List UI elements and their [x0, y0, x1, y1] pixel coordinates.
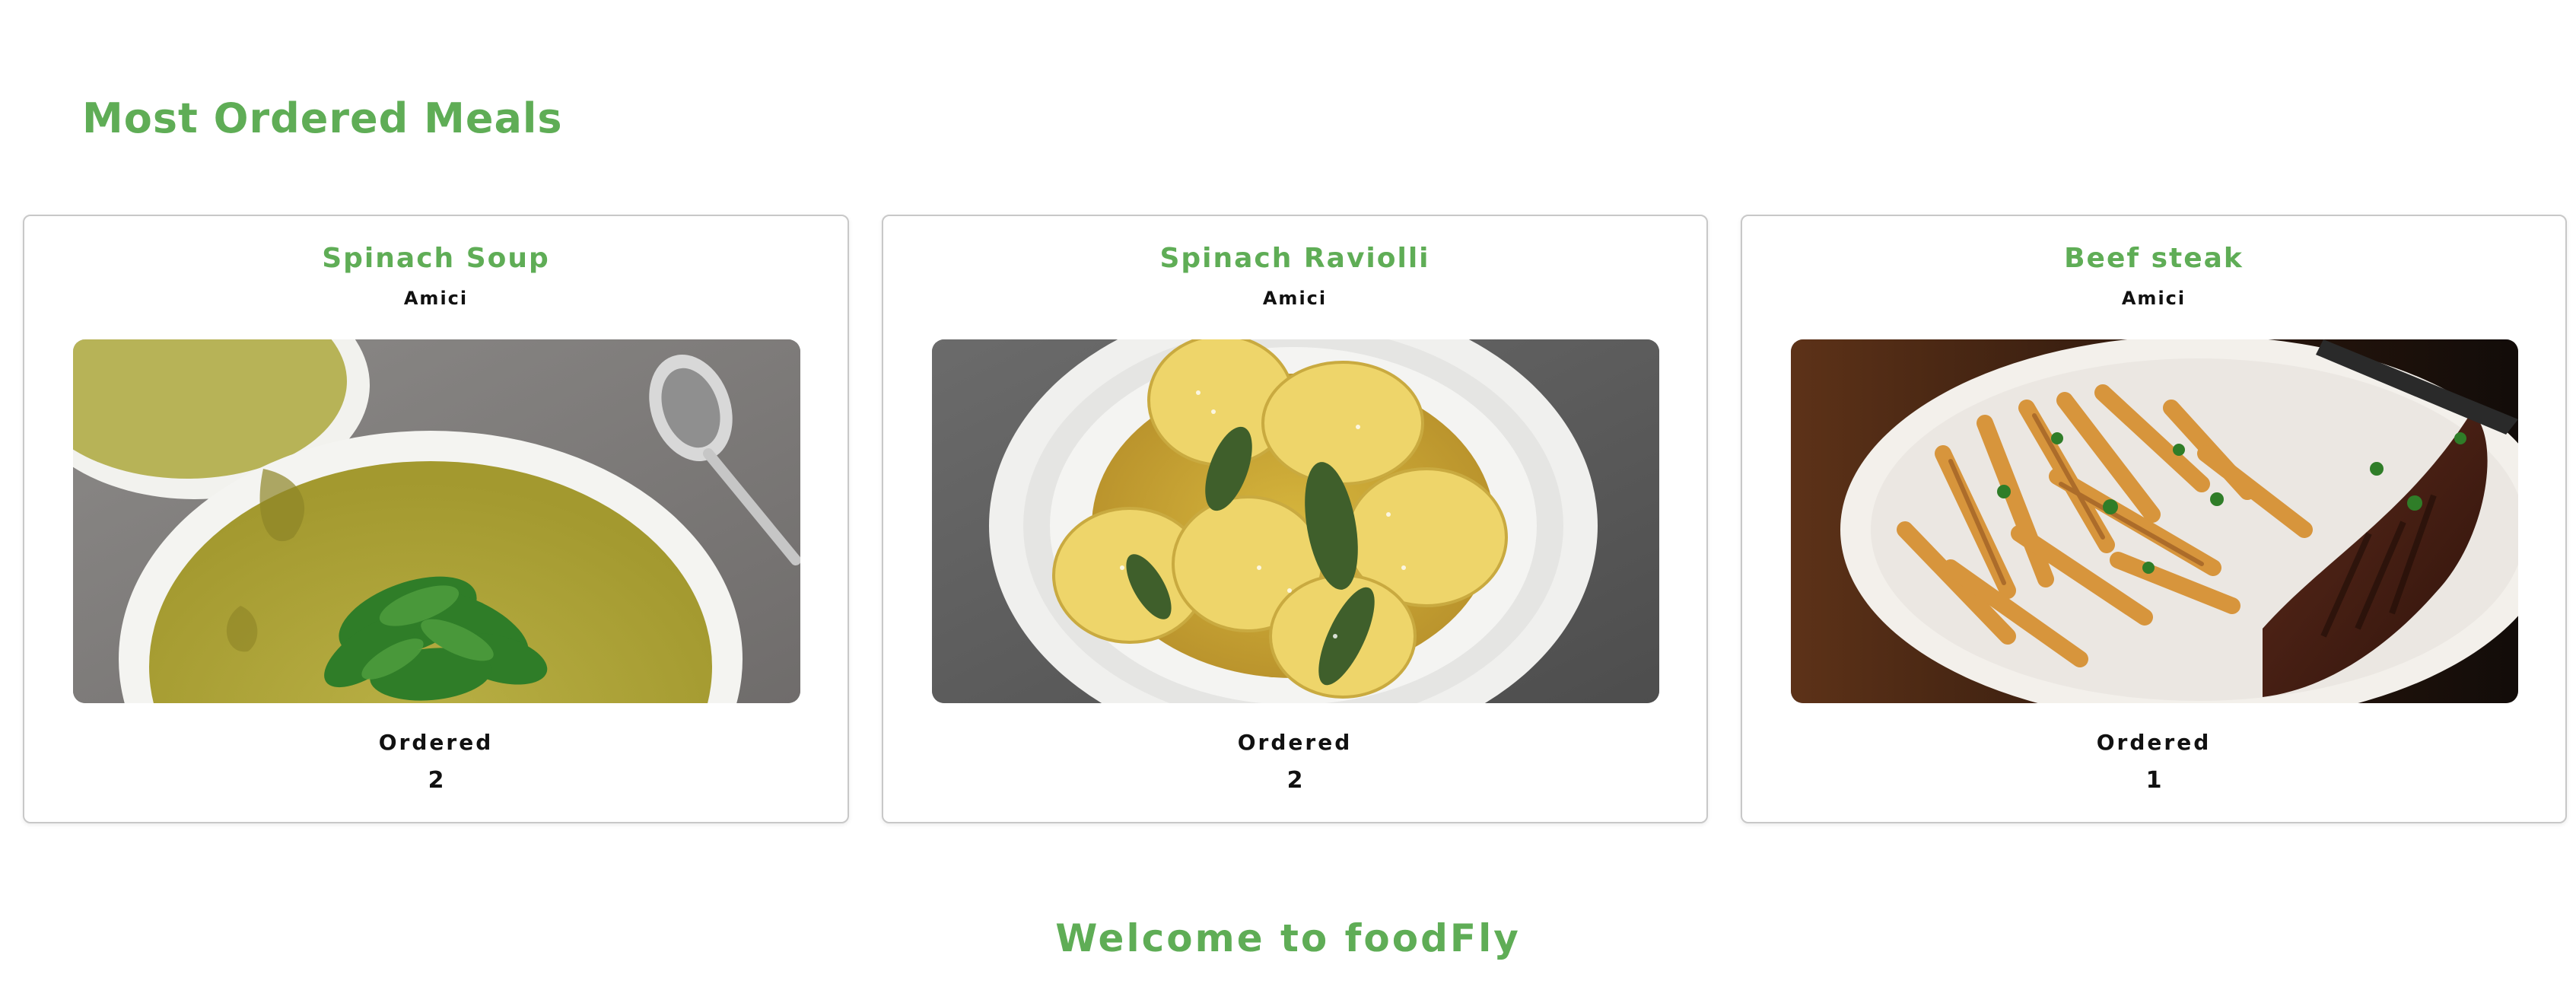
ordered-label: Ordered	[2096, 730, 2212, 755]
ordered-count: 2	[1286, 767, 1303, 794]
restaurant-name: Amici	[403, 288, 469, 309]
restaurant-name: Amici	[2121, 288, 2186, 309]
ravioli-image	[932, 339, 1659, 703]
meal-card[interactable]: Beef steak Amici Ordered 1	[1741, 215, 2567, 823]
meal-name[interactable]: Beef steak	[1742, 239, 2565, 279]
section-title: Most Ordered Meals	[82, 94, 563, 142]
welcome-heading: Welcome to foodFly	[1055, 916, 1521, 960]
meal-image[interactable]	[1791, 339, 2518, 703]
meal-name[interactable]: Spinach Raviolli	[883, 239, 1706, 279]
meal-card[interactable]: Spinach Raviolli Amici Ordered 2	[882, 215, 1708, 823]
meal-card[interactable]: Spinach Soup Amici Ordered 2	[23, 215, 849, 823]
meal-image[interactable]	[932, 339, 1659, 703]
meal-image[interactable]	[73, 339, 800, 703]
ordered-count: 2	[428, 767, 444, 794]
ordered-label: Ordered	[1237, 730, 1353, 755]
ordered-label: Ordered	[378, 730, 494, 755]
soup-image	[73, 339, 800, 703]
ordered-count: 1	[2145, 767, 2162, 794]
restaurant-name: Amici	[1262, 288, 1328, 309]
page: Most Ordered Meals Spinach Soup Amici Or…	[0, 0, 2576, 1003]
meal-name[interactable]: Spinach Soup	[24, 239, 848, 279]
steak-image	[1791, 339, 2518, 703]
meal-cards: Spinach Soup Amici Ordered 2 Spinach Rav…	[23, 215, 2568, 825]
